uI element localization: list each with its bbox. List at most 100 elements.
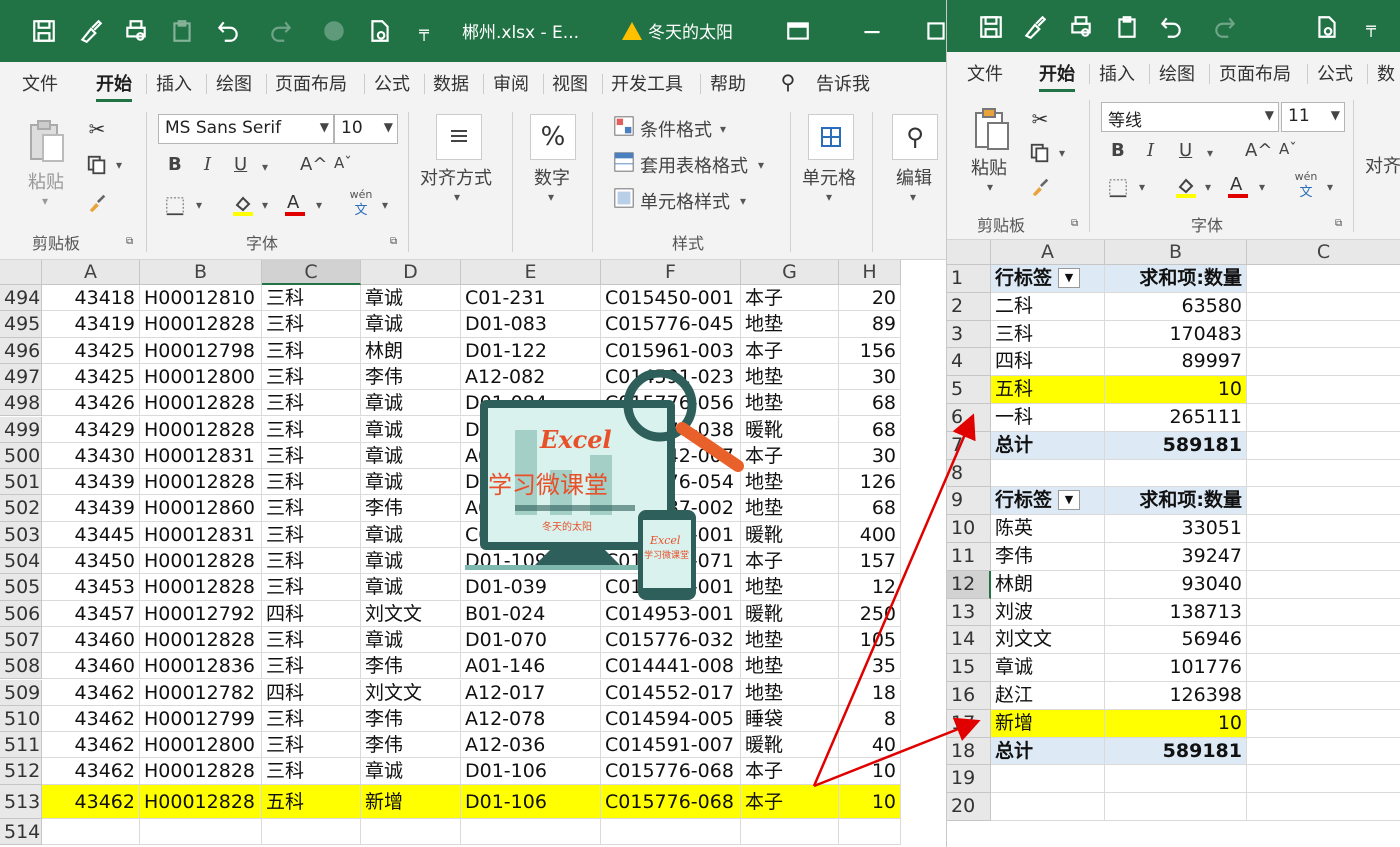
find-icon[interactable]: ⚲: [892, 114, 938, 160]
row-header[interactable]: 494: [0, 285, 42, 312]
cell-g[interactable]: 地垫: [741, 311, 839, 338]
document-check-icon[interactable]: [364, 14, 396, 48]
cell-g[interactable]: 地垫: [741, 679, 839, 706]
customize-qat-icon[interactable]: ╤: [408, 14, 440, 48]
cell-g[interactable]: 暖靴: [741, 732, 839, 759]
pivot-cell-c[interactable]: [1247, 599, 1400, 627]
cell-c[interactable]: 三科: [262, 311, 361, 338]
phonetic-dropdown-icon[interactable]: ▾: [382, 198, 388, 212]
cell-b[interactable]: H00012828: [140, 390, 262, 417]
grow-font-button[interactable]: A^: [1245, 140, 1272, 161]
cell-c[interactable]: 三科: [262, 337, 361, 364]
pivot-cell-c[interactable]: [1247, 626, 1400, 655]
cell-f[interactable]: C015961-003: [601, 337, 741, 364]
cell-g[interactable]: 地垫: [741, 626, 839, 654]
row-header[interactable]: 514: [0, 818, 42, 845]
column-header-g[interactable]: G: [741, 260, 839, 285]
font-color-dropdown-icon[interactable]: ▾: [1259, 180, 1265, 194]
cell-c[interactable]: 三科: [262, 469, 361, 496]
cell-c[interactable]: 三科: [262, 363, 361, 391]
shrink-font-button[interactable]: Aˇ: [1279, 140, 1297, 158]
row-header[interactable]: 510: [0, 705, 42, 733]
row-header[interactable]: 506: [0, 600, 42, 627]
column-header-e[interactable]: E: [461, 260, 601, 285]
cell-a[interactable]: 43418: [42, 285, 140, 312]
cell-d[interactable]: 新增: [361, 784, 461, 819]
cut-icon[interactable]: ✂: [1027, 104, 1053, 134]
pivot-cell-b[interactable]: 265111: [1105, 404, 1247, 432]
pivot-cell-c[interactable]: [1247, 793, 1400, 821]
cell-g[interactable]: 本子: [741, 784, 839, 819]
row-header[interactable]: 500: [0, 442, 42, 470]
column-header-h[interactable]: H: [839, 260, 901, 285]
pivot-cell-b[interactable]: [1105, 459, 1247, 488]
print-icon[interactable]: [120, 14, 152, 48]
row-header[interactable]: 1: [947, 265, 991, 293]
cell-c[interactable]: 三科: [262, 285, 361, 312]
cell-a[interactable]: 43462: [42, 705, 140, 733]
cell-a[interactable]: 43460: [42, 653, 140, 680]
cell-a[interactable]: 43429: [42, 416, 140, 443]
font-launcher-icon[interactable]: ⧉: [390, 236, 397, 247]
pivot-cell-b[interactable]: 126398: [1105, 682, 1247, 710]
underline-dropdown-icon[interactable]: ▾: [262, 160, 268, 174]
pivot-cell-c[interactable]: [1247, 321, 1400, 349]
row-header[interactable]: 495: [0, 311, 42, 338]
row-header[interactable]: 502: [0, 495, 42, 522]
cell-e[interactable]: C01-231: [461, 285, 601, 312]
cell-a[interactable]: 43426: [42, 390, 140, 417]
cell-d[interactable]: 章诚: [361, 311, 461, 338]
row-header[interactable]: 19: [947, 765, 991, 794]
pivot-cell-b[interactable]: 56946: [1105, 626, 1247, 655]
pivot-cell-b[interactable]: 求和项:数量: [1105, 487, 1247, 516]
row-header[interactable]: 501: [0, 469, 42, 496]
cell-a[interactable]: 43425: [42, 363, 140, 391]
cell-d[interactable]: 刘文文: [361, 679, 461, 706]
cell-c[interactable]: 三科: [262, 705, 361, 733]
border-icon[interactable]: [160, 192, 190, 220]
cell-d[interactable]: 李伟: [361, 495, 461, 522]
cell-h[interactable]: 10: [839, 784, 901, 819]
cell-b[interactable]: H00012828: [140, 626, 262, 654]
cell-d[interactable]: 章诚: [361, 574, 461, 601]
pivot-cell-a[interactable]: 李伟: [991, 543, 1105, 571]
cell-d[interactable]: 林朗: [361, 337, 461, 364]
row-header[interactable]: 513: [0, 784, 42, 819]
cell-b[interactable]: H00012828: [140, 311, 262, 338]
cell-c[interactable]: 四科: [262, 679, 361, 706]
row-header[interactable]: 504: [0, 548, 42, 575]
cell-h[interactable]: 30: [839, 363, 901, 391]
cell-h[interactable]: 89: [839, 311, 901, 338]
pivot-cell-a[interactable]: 赵江: [991, 682, 1105, 710]
cell-e[interactable]: [461, 818, 601, 845]
warning-user[interactable]: 冬天的太阳: [622, 18, 733, 43]
cell-c[interactable]: 三科: [262, 416, 361, 443]
cell-style-icon[interactable]: [612, 186, 636, 210]
column-header-f[interactable]: F: [601, 260, 741, 285]
column-header-b[interactable]: B: [140, 260, 262, 285]
column-header-a[interactable]: A: [42, 260, 140, 285]
select-all-corner[interactable]: [947, 240, 991, 265]
row-header[interactable]: 499: [0, 416, 42, 443]
cell-a[interactable]: 43457: [42, 600, 140, 627]
cell-b[interactable]: H00012799: [140, 705, 262, 733]
alignment-icon[interactable]: [436, 114, 482, 160]
pivot-cell-c[interactable]: [1247, 709, 1400, 738]
format-painter-icon[interactable]: [1025, 172, 1055, 202]
cell-a[interactable]: [42, 818, 140, 845]
paste-label[interactable]: 粘贴: [28, 168, 64, 194]
underline-dropdown-icon[interactable]: ▾: [1207, 146, 1213, 160]
copy-icon[interactable]: [1025, 138, 1055, 168]
pivot-cell-b[interactable]: 89997: [1105, 348, 1247, 377]
row-header[interactable]: 2: [947, 292, 991, 321]
document-check-icon[interactable]: [1311, 10, 1343, 44]
cell-d[interactable]: 章诚: [361, 442, 461, 470]
ribbon-display-icon[interactable]: [782, 14, 814, 48]
cell-h[interactable]: 126: [839, 469, 901, 496]
phonetic-icon[interactable]: wén 文: [346, 188, 376, 222]
tab-formulas[interactable]: 公式: [1317, 60, 1353, 86]
cell-b[interactable]: H00012831: [140, 442, 262, 470]
row-header[interactable]: 3: [947, 320, 991, 349]
cell-b[interactable]: H00012798: [140, 337, 262, 364]
row-header[interactable]: 11: [947, 543, 991, 571]
